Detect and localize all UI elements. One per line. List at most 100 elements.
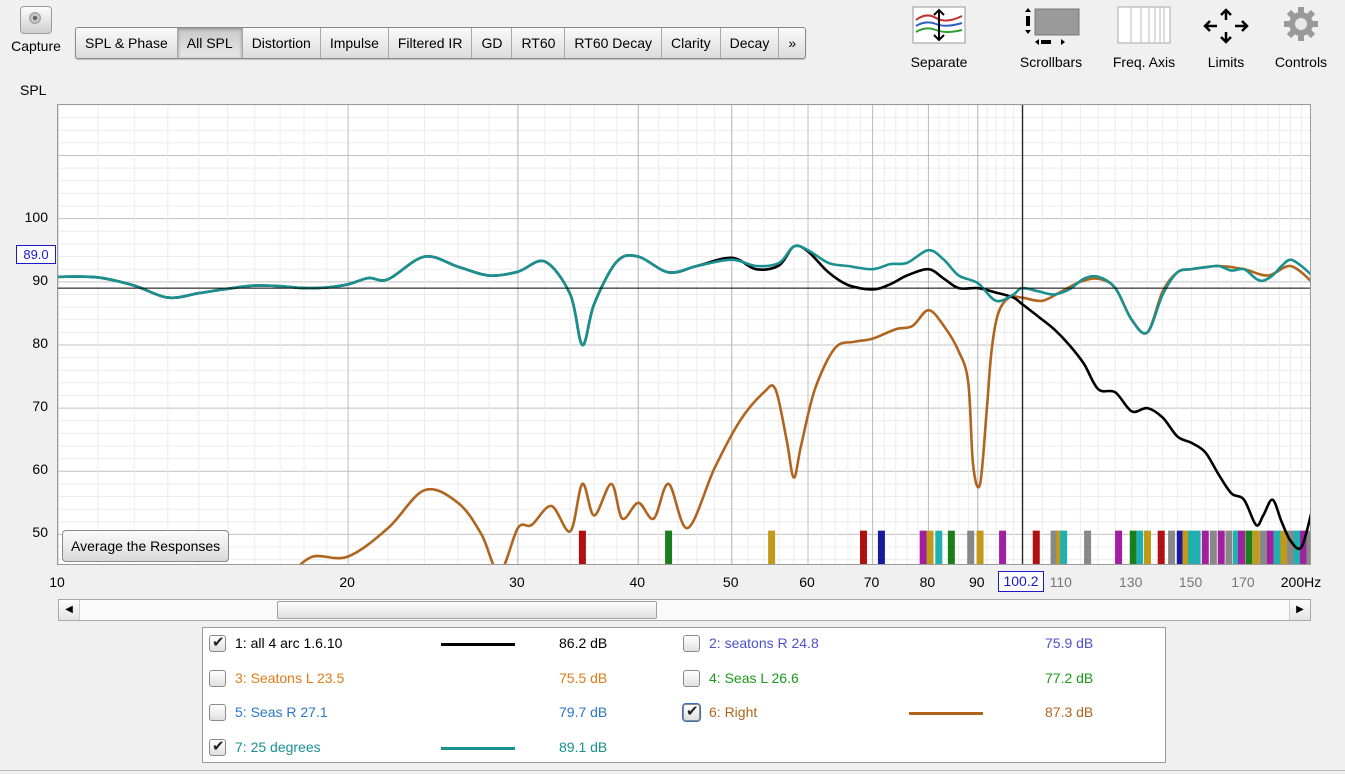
divider — [0, 770, 1345, 771]
legend-item-6: 6: Right 87.3 dB — [682, 702, 1153, 727]
marker-bar — [976, 530, 984, 564]
tab-8[interactable]: Clarity — [662, 28, 721, 58]
x-tick-label: 130 — [1118, 574, 1143, 590]
marker-bar — [1238, 530, 1246, 564]
limits-icon — [1199, 6, 1253, 46]
marker-bar — [999, 530, 1007, 564]
tab-2[interactable]: Distortion — [243, 28, 321, 58]
scrollbar-thumb[interactable] — [277, 601, 657, 619]
legend-name: 7: 25 degrees — [235, 738, 321, 755]
marker-bar — [768, 530, 776, 564]
x-tick-label: 90 — [968, 574, 985, 590]
separate-icon — [912, 6, 966, 46]
camera-icon — [20, 6, 52, 34]
tab-1[interactable]: All SPL — [177, 28, 243, 58]
legend-name: 4: Seas L 26.6 — [709, 669, 799, 686]
freq-axis-label: Freq. Axis — [1112, 54, 1176, 70]
legend-value: 77.2 dB — [1045, 669, 1094, 686]
scroll-right-icon[interactable]: ▶ — [1289, 600, 1310, 620]
marker-bar — [1225, 530, 1233, 564]
legend-item-5: 5: Seas R 27.1 79.7 dB — [209, 703, 679, 727]
y-tick-label: 90 — [32, 271, 48, 288]
tab-5[interactable]: GD — [472, 28, 513, 58]
tab-7[interactable]: RT60 Decay — [565, 28, 662, 58]
y-tick-label: 80 — [32, 334, 48, 351]
legend-value: 75.5 dB — [559, 669, 608, 686]
x-tick-label: 50 — [722, 574, 739, 590]
marker-bar — [578, 530, 586, 564]
marker-bar — [1209, 530, 1217, 564]
legend-checkbox-7[interactable] — [209, 737, 226, 756]
spl-plot-area[interactable] — [57, 104, 1311, 565]
x-tick-label: 70 — [863, 574, 880, 590]
legend-item-2: 2: seatons R 24.8 75.9 dB — [683, 634, 1153, 658]
controls-button[interactable]: Controls — [1268, 6, 1334, 70]
marker-bar — [1115, 530, 1123, 564]
separate-label: Separate — [910, 54, 968, 70]
legend-checkbox-6[interactable] — [682, 702, 701, 722]
legend-checkbox-5[interactable] — [209, 704, 226, 721]
x-tick-label: 200Hz — [1280, 574, 1322, 590]
legend-checkbox-1[interactable] — [209, 633, 226, 652]
y-axis-unit: SPL — [20, 82, 47, 98]
scrollbars-label: Scrollbars — [1019, 54, 1083, 70]
legend-line-swatch — [441, 643, 515, 646]
marker-bar — [1259, 530, 1267, 564]
marker-bar — [935, 530, 943, 564]
tab-6[interactable]: RT60 — [512, 28, 566, 58]
limits-button[interactable]: Limits — [1196, 6, 1256, 70]
capture-button[interactable]: Capture — [6, 6, 66, 54]
series-line-3 — [299, 264, 1310, 564]
marker-bar — [1060, 530, 1068, 564]
marker-bar — [1306, 530, 1310, 564]
series-line-1 — [58, 244, 1310, 551]
marker-bar — [1252, 530, 1260, 564]
x-tick-label: 110 — [1049, 574, 1072, 590]
y-tick-label: 100 — [24, 208, 48, 225]
legend-item-3: 3: Seatons L 23.5 75.5 dB — [209, 669, 679, 693]
marker-bar — [1157, 530, 1165, 564]
tab-10[interactable]: » — [779, 28, 805, 58]
average-responses-button[interactable]: Average the Responses — [62, 530, 230, 562]
legend-value: 79.7 dB — [559, 704, 608, 720]
gear-icon — [1281, 6, 1321, 46]
cursor-x-readout: 100.2 — [998, 571, 1044, 592]
measurement-legend: 1: all 4 arc 1.6.10 86.2 dB 3: Seatons L 2… — [202, 627, 1166, 763]
scrollbars-button[interactable]: Scrollbars — [1010, 6, 1092, 70]
horizontal-scrollbar[interactable]: ◀ ▶ — [58, 599, 1311, 621]
x-tick-label: 60 — [799, 574, 815, 590]
marker-bar — [1084, 530, 1092, 564]
marker-bar — [859, 530, 867, 564]
legend-name: 6: Right — [709, 704, 758, 720]
limits-label: Limits — [1207, 54, 1245, 70]
tab-4[interactable]: Filtered IR — [389, 28, 473, 58]
series-line-2 — [58, 244, 1310, 347]
marker-bar — [665, 530, 673, 564]
legend-checkbox-2[interactable] — [683, 635, 700, 652]
marker-bar — [1273, 530, 1281, 564]
spl-chart — [58, 105, 1310, 564]
y-tick-label: 60 — [32, 461, 48, 478]
marker-bar — [1168, 530, 1176, 564]
scroll-left-icon[interactable]: ◀ — [59, 600, 80, 620]
y-tick-label: 70 — [32, 398, 48, 415]
legend-checkbox-3[interactable] — [209, 669, 226, 687]
marker-bar — [947, 530, 955, 564]
freq-axis-button[interactable]: Freq. Axis — [1104, 6, 1184, 70]
tab-3[interactable]: Impulse — [321, 28, 389, 58]
legend-value: 86.2 dB — [559, 635, 608, 651]
marker-bar — [1217, 530, 1225, 564]
tab-0[interactable]: SPL & Phase — [76, 28, 178, 58]
legend-name: 5: Seas R 27.1 — [235, 704, 328, 720]
legend-line-swatch — [909, 712, 983, 715]
tab-9[interactable]: Decay — [721, 28, 780, 58]
marker-bar — [1201, 530, 1209, 564]
x-tick-label: 170 — [1231, 574, 1255, 590]
x-tick-label: 10 — [49, 574, 65, 590]
separate-button[interactable]: Separate — [903, 6, 975, 70]
x-tick-label: 150 — [1178, 574, 1203, 590]
marker-bar — [1129, 530, 1137, 564]
legend-item-7: 7: 25 degrees 89.1 dB — [209, 737, 679, 762]
legend-checkbox-4[interactable] — [683, 669, 700, 687]
legend-value: 75.9 dB — [1045, 635, 1094, 651]
